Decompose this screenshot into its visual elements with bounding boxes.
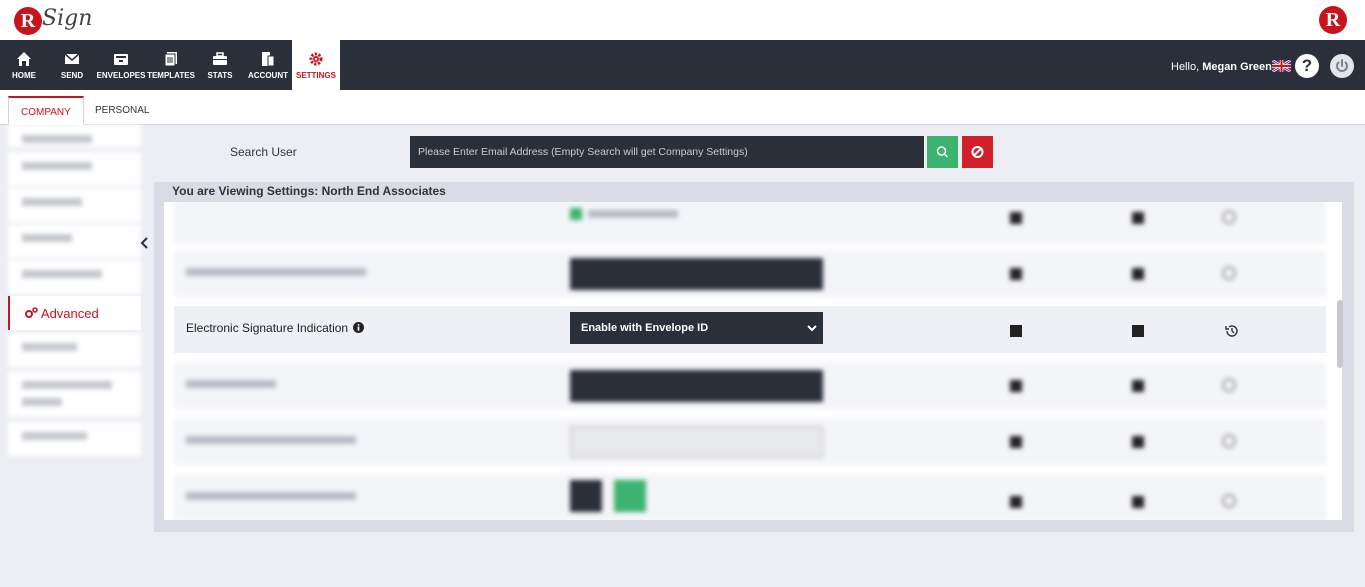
brand-badge-right: R: [1319, 6, 1347, 34]
search-user-label: Search User: [230, 145, 297, 159]
select-value: Enable with Envelope ID: [581, 322, 709, 334]
nav-account[interactable]: ACCOUNT: [244, 40, 292, 90]
collapse-sidebar-icon[interactable]: [139, 236, 149, 250]
cogs-icon: [25, 307, 38, 318]
info-icon[interactable]: [353, 322, 365, 333]
home-icon: [17, 52, 31, 66]
tab-company[interactable]: COMPANY: [8, 96, 84, 125]
template-icon: [164, 52, 177, 67]
logo-r-badge: R: [14, 7, 42, 35]
user-greeting: Hello, Megan Greene: [1171, 61, 1278, 73]
power-icon: [1336, 59, 1348, 72]
nav-envelopes[interactable]: ENVELOPES: [96, 40, 146, 90]
nav-envelopes-label: ENVELOPES: [96, 71, 146, 80]
greeting-prefix: Hello,: [1171, 61, 1200, 73]
sidebar-item-blurred[interactable]: [8, 152, 141, 186]
sidebar-item-blurred[interactable]: [8, 224, 141, 258]
sidebar-item-blurred[interactable]: [8, 422, 141, 456]
envelope-icon: [64, 53, 80, 64]
sidebar-item-blurred[interactable]: [8, 260, 141, 294]
settings-sidebar: Advanced: [8, 125, 141, 456]
clear-search-button[interactable]: [962, 136, 993, 168]
sidebar-item-advanced[interactable]: Advanced: [8, 296, 141, 330]
viewing-settings-title: You are Viewing Settings: North End Asso…: [172, 184, 446, 198]
help-button[interactable]: ?: [1295, 54, 1319, 78]
setting-row-blurred: [174, 362, 1326, 409]
rsign-logo[interactable]: R Sign: [14, 4, 92, 38]
sidebar-item-blurred[interactable]: [8, 125, 141, 147]
top-header: R Sign R: [0, 0, 1365, 40]
nav-templates-label: TEMPLATES: [147, 71, 195, 80]
user-name[interactable]: Megan Greene: [1202, 61, 1278, 73]
logout-button[interactable]: [1330, 54, 1354, 78]
nav-stats[interactable]: STATS: [202, 40, 238, 90]
settings-list: Electronic Signature Indication Enable w…: [164, 202, 1342, 520]
chevron-down-icon: [807, 325, 817, 332]
nav-home-label: HOME: [12, 71, 36, 80]
nav-settings[interactable]: SETTINGS: [292, 40, 340, 90]
setting-row-blurred: [174, 418, 1326, 465]
main-navbar: HOME SEND ENVELOPES TEMPLATES STATS ACCO…: [0, 40, 1365, 90]
setting-label: Electronic Signature Indication: [186, 321, 365, 335]
sidebar-item-advanced-label: Advanced: [40, 306, 99, 321]
nav-stats-label: STATS: [207, 71, 233, 80]
logo-script-text: Sign: [42, 6, 93, 31]
sidebar-item-blurred[interactable]: [8, 188, 141, 222]
setting-label-text: Electronic Signature Indication: [186, 321, 349, 335]
setting-row-blurred: [174, 202, 1326, 244]
setting-row-blurred: [174, 474, 1326, 520]
nav-account-label: ACCOUNT: [248, 71, 288, 80]
lock-checkbox[interactable]: [1132, 325, 1144, 337]
nav-send-label: SEND: [60, 71, 84, 80]
search-button[interactable]: [927, 136, 958, 168]
settings-panel: You are Viewing Settings: North End Asso…: [154, 182, 1354, 532]
nav-send[interactable]: SEND: [52, 40, 92, 90]
nav-home[interactable]: HOME: [2, 40, 46, 90]
settings-scrollbar[interactable]: [1337, 300, 1343, 368]
setting-row-electronic-signature-indication: Electronic Signature Indication Enable w…: [174, 306, 1326, 353]
gear-icon: [309, 52, 323, 66]
inbox-icon: [114, 54, 128, 65]
uk-flag-icon[interactable]: [1272, 60, 1291, 72]
override-checkbox[interactable]: [1010, 325, 1022, 337]
signature-indication-select[interactable]: Enable with Envelope ID: [570, 312, 823, 344]
history-icon[interactable]: [1224, 323, 1240, 339]
account-icon: [262, 52, 275, 67]
briefcase-icon: [213, 52, 227, 65]
nav-settings-label: SETTINGS: [295, 71, 336, 80]
search-icon: [936, 146, 949, 158]
settings-tabs: COMPANY PERSONAL: [0, 90, 1365, 125]
tab-personal[interactable]: PERSONAL: [83, 96, 161, 125]
ban-icon: [971, 146, 984, 158]
nav-templates[interactable]: TEMPLATES: [146, 40, 196, 90]
sidebar-item-blurred[interactable]: [8, 371, 141, 417]
setting-row-blurred: [174, 250, 1326, 297]
sidebar-item-blurred[interactable]: [8, 333, 141, 367]
search-email-input[interactable]: [410, 136, 924, 168]
